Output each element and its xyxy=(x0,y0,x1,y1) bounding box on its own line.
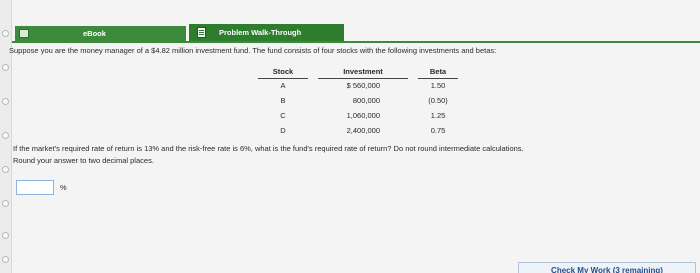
problem-intro: Suppose you are the money manager of a $… xyxy=(9,46,497,55)
stock-cell: D xyxy=(280,126,286,135)
nav-dot-icon[interactable] xyxy=(2,166,9,173)
table-row: D 2,400,000 0.75 xyxy=(258,123,458,138)
tab-problem-walk-through-label: Problem Walk-Through xyxy=(219,28,302,37)
stock-cell: C xyxy=(280,111,286,120)
document-icon xyxy=(197,27,206,38)
beta-cell: 0.75 xyxy=(430,126,446,135)
beta-cell: 1.25 xyxy=(430,111,446,120)
question-line: If the market's required rate of return … xyxy=(13,144,524,153)
column-header-investment: Investment xyxy=(318,66,408,79)
stock-cell: B xyxy=(280,96,286,105)
column-header-stock: Stock xyxy=(258,66,308,79)
nav-dot-icon[interactable] xyxy=(2,30,9,37)
book-icon xyxy=(19,29,29,38)
table-header-row: Stock Investment Beta xyxy=(258,66,458,79)
column-header-beta: Beta xyxy=(418,66,458,79)
left-rail xyxy=(0,0,12,273)
investment-cell: 2,400,000 xyxy=(346,126,380,135)
nav-dot-icon[interactable] xyxy=(2,232,9,239)
nav-dot-icon[interactable] xyxy=(2,200,9,207)
investment-cell: 1,060,000 xyxy=(346,111,380,120)
question-instruction: Round your answer to two decimal places. xyxy=(13,156,154,165)
nav-dot-icon[interactable] xyxy=(2,64,9,71)
beta-cell: (0.50) xyxy=(428,96,448,105)
table-row: A $ 560,000 1.50 xyxy=(258,78,458,93)
tab-ebook-label: eBook xyxy=(83,29,106,38)
tab-problem-walk-through[interactable]: Problem Walk-Through xyxy=(189,24,344,41)
answer-input[interactable] xyxy=(16,180,54,195)
table-row: C 1,060,000 1.25 xyxy=(258,108,458,123)
table-row: B 800,000 (0.50) xyxy=(258,93,458,108)
investment-table: Stock Investment Beta A $ 560,000 1.50 B… xyxy=(258,66,458,138)
nav-dot-icon[interactable] xyxy=(2,132,9,139)
tab-ebook[interactable]: eBook xyxy=(15,26,186,41)
investment-cell: 800,000 xyxy=(352,96,380,105)
investment-cell: $ 560,000 xyxy=(346,81,380,91)
check-my-work-button[interactable]: Check My Work (3 remaining) xyxy=(518,262,696,273)
beta-cell: 1.50 xyxy=(430,81,446,91)
stock-cell: A xyxy=(280,81,286,91)
tab-underline xyxy=(12,41,700,43)
nav-dot-icon[interactable] xyxy=(2,98,9,105)
nav-dot-icon[interactable] xyxy=(2,256,9,263)
percent-unit-label: % xyxy=(60,183,67,192)
question-text: If the market's required rate of return … xyxy=(13,143,693,167)
